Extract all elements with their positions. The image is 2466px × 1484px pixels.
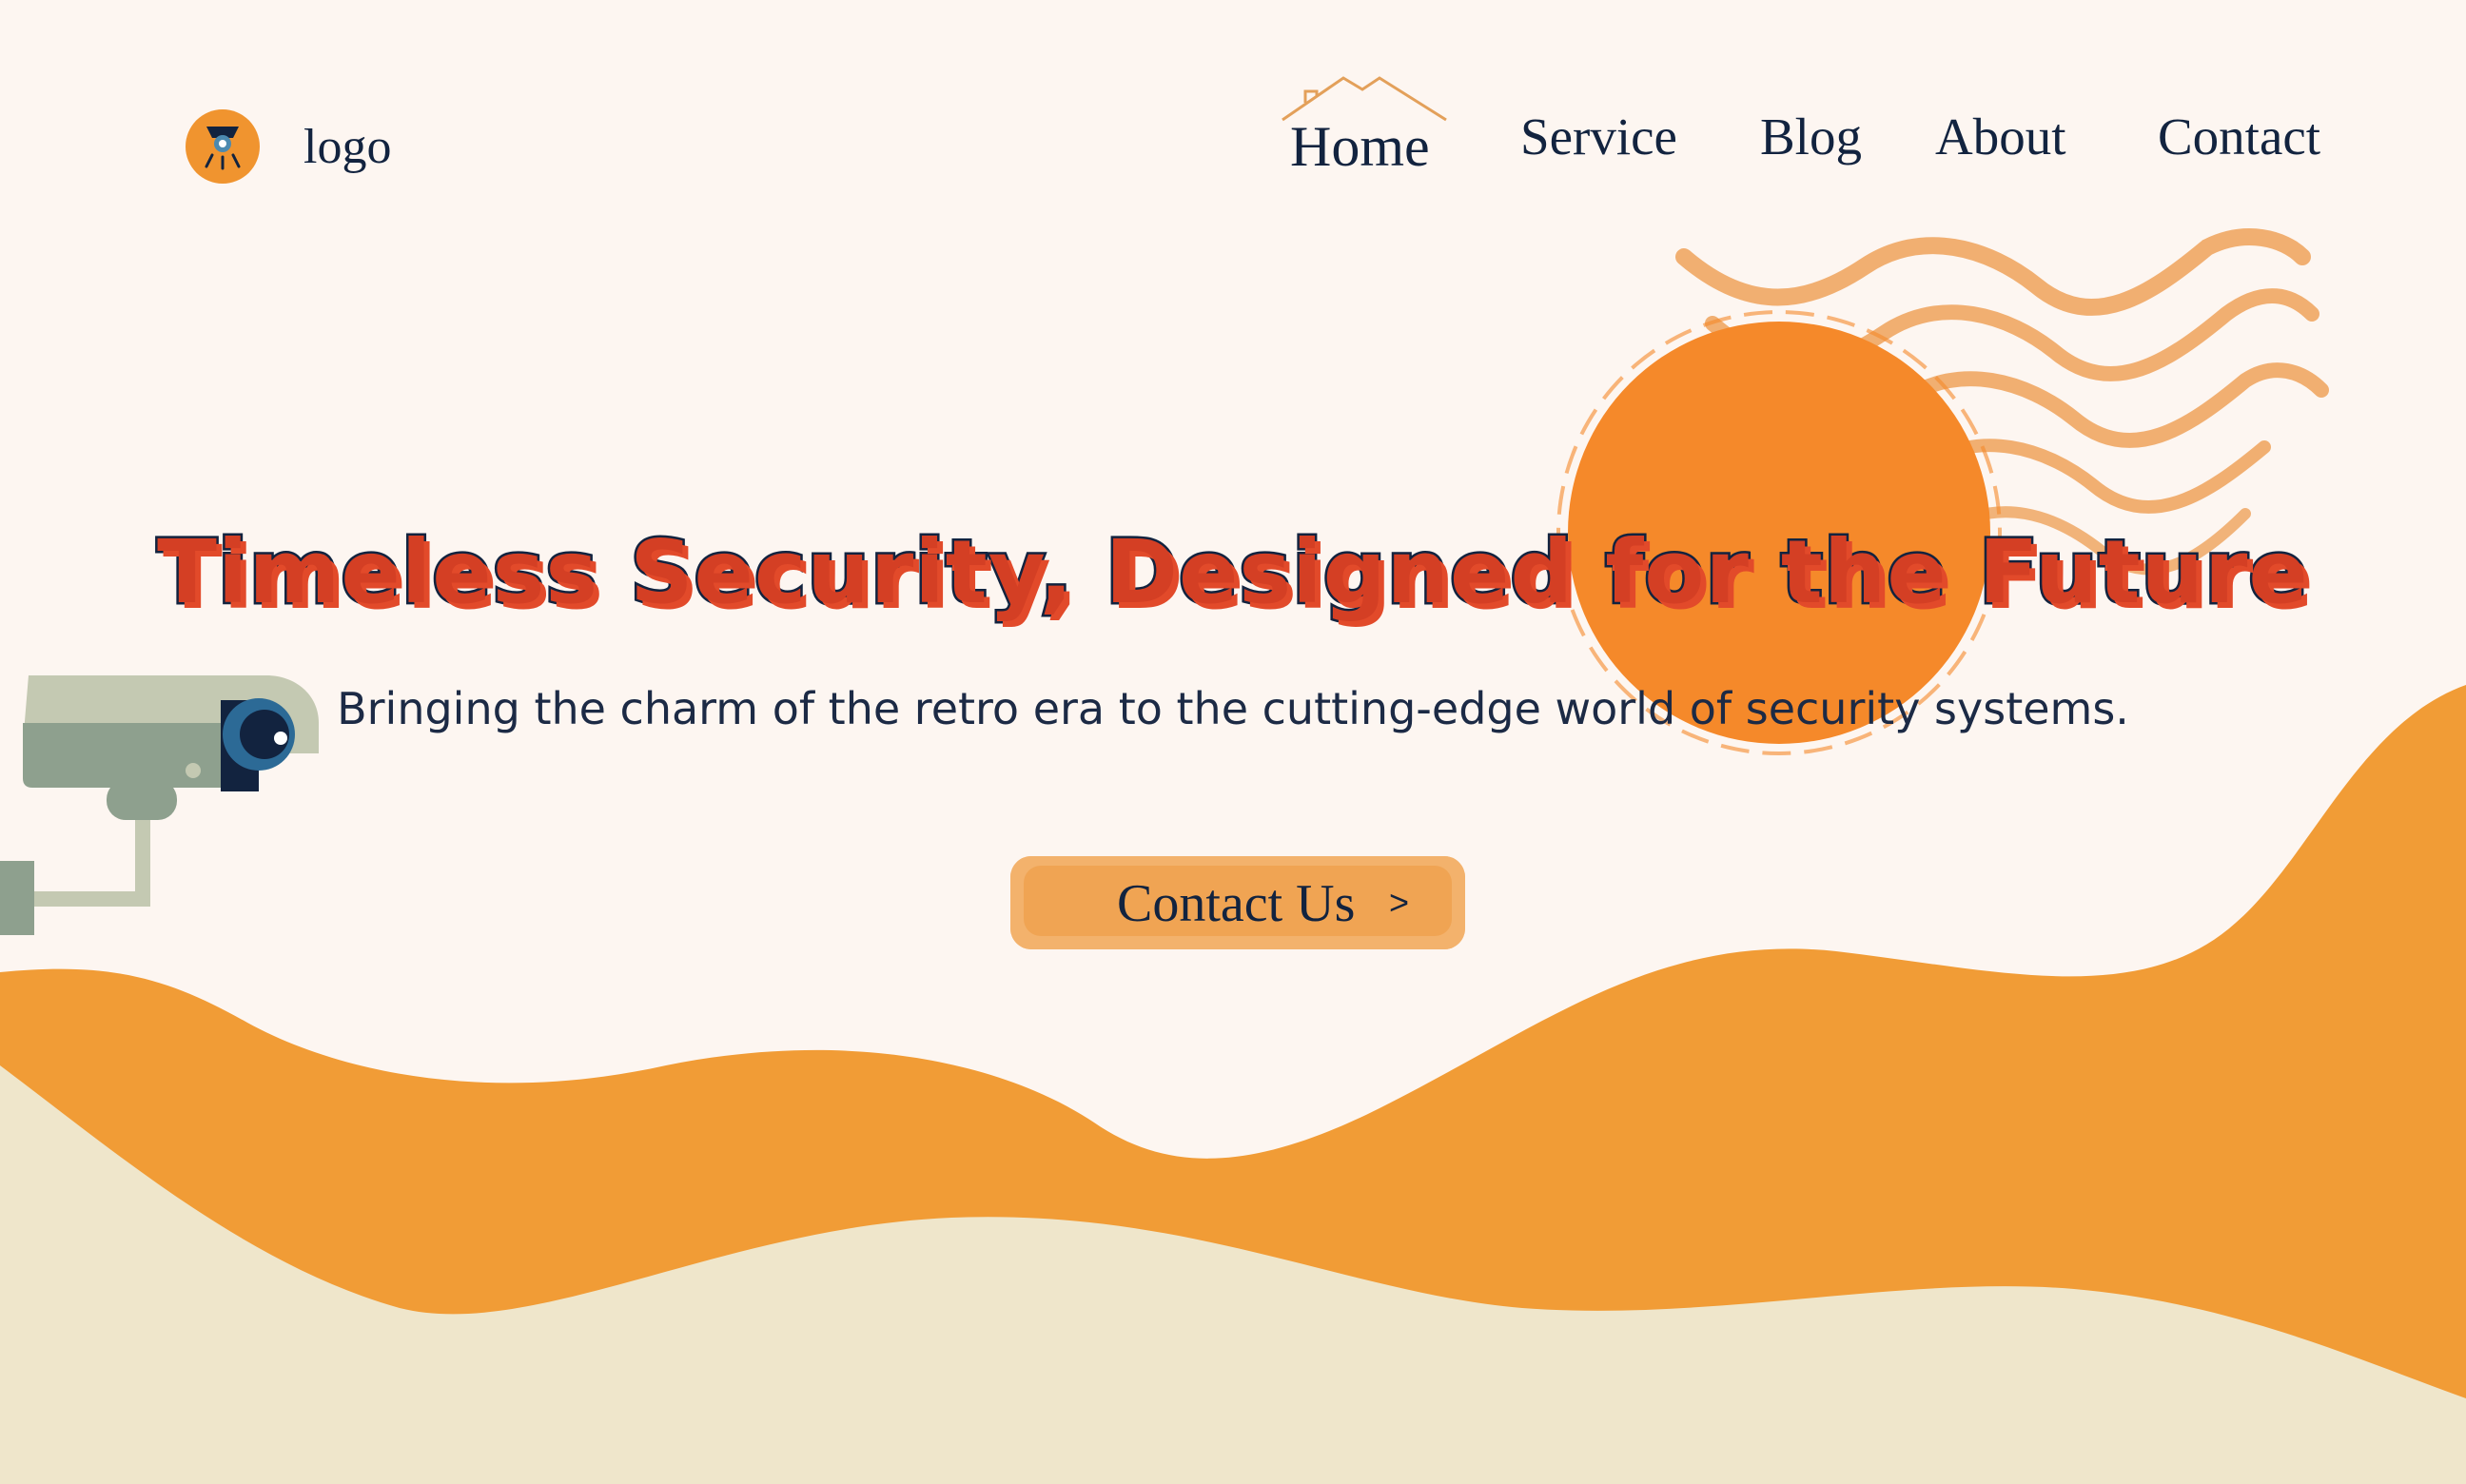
camera-wall-mount <box>0 861 34 935</box>
contact-us-label: Contact Us <box>1117 874 1356 933</box>
nav-blog[interactable]: Blog <box>1760 107 1862 166</box>
hero-title: Timeless Security, Designed for the Futu… <box>155 519 2311 626</box>
logo[interactable]: logo <box>186 109 391 184</box>
nav-home[interactable]: Home <box>1290 114 1430 180</box>
security-camera-icon <box>186 109 260 184</box>
camera-indicator <box>186 763 201 778</box>
logo-text: logo <box>303 119 392 174</box>
nav-service[interactable]: Service <box>1520 107 1677 166</box>
nav-about[interactable]: About <box>1935 107 2066 166</box>
nav-contact[interactable]: Contact <box>2158 107 2320 166</box>
contact-us-button[interactable]: Contact Us > <box>1010 856 1465 949</box>
hero-subtitle: Bringing the charm of the retro era to t… <box>337 683 2129 734</box>
chevron-right-icon: > <box>1389 883 1410 922</box>
camera-arm <box>19 809 150 907</box>
